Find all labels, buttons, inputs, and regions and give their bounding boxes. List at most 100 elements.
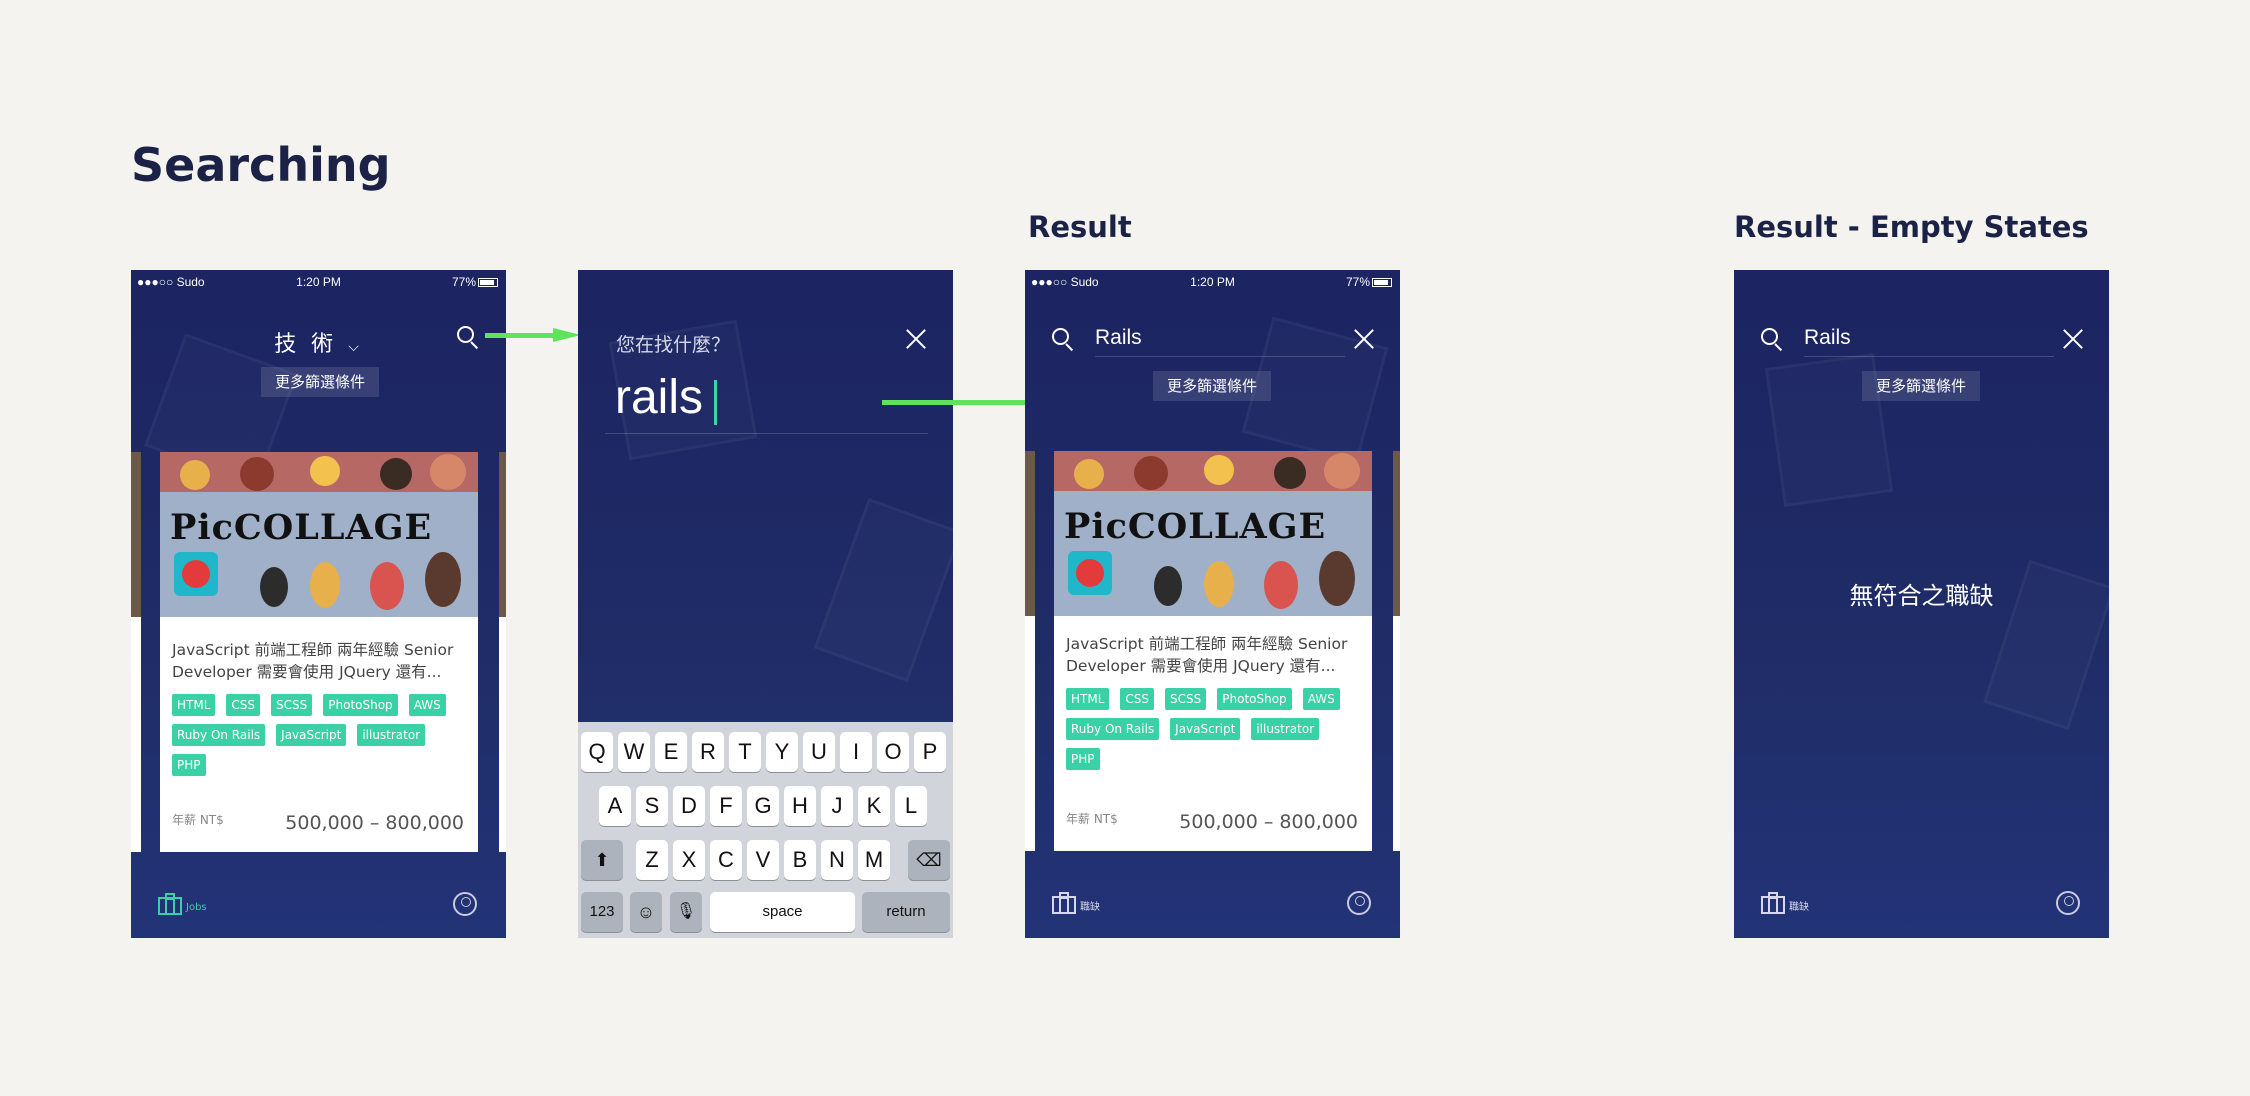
- key[interactable]: Y: [766, 732, 798, 772]
- job-card[interactable]: PicCOLLAGE JavaScript 前端工程師 兩年經驗 Senior …: [160, 452, 478, 852]
- close-icon[interactable]: [905, 328, 927, 350]
- key[interactable]: W: [618, 732, 650, 772]
- on-screen-keyboard: Q W E R T Y U I O P A S D F G H J K L ⬆ …: [578, 722, 953, 938]
- more-filters-button[interactable]: 更多篩選條件: [1153, 371, 1271, 401]
- status-bar: ●●●○○ Sudo 1:20 PM 77%: [1025, 270, 1400, 294]
- search-button[interactable]: [455, 324, 485, 354]
- job-card-image: PicCOLLAGE: [160, 452, 478, 617]
- skill-tag: PHP: [1066, 748, 1100, 770]
- key[interactable]: E: [655, 732, 687, 772]
- flow-arrow: [485, 333, 555, 338]
- search-input[interactable]: Rails: [1095, 326, 1142, 350]
- search-underline: [1804, 356, 2054, 357]
- search-input[interactable]: Rails: [1804, 326, 1851, 350]
- next-job-card-peek[interactable]: [1393, 451, 1400, 851]
- search-input[interactable]: rails: [615, 370, 703, 425]
- battery-icon: [1372, 278, 1392, 288]
- salary-label: 年薪 NT$: [1066, 812, 1118, 826]
- key[interactable]: V: [747, 840, 779, 880]
- key[interactable]: M: [858, 840, 890, 880]
- key[interactable]: T: [729, 732, 761, 772]
- shift-key[interactable]: ⬆: [581, 840, 623, 880]
- category-dropdown[interactable]: 技 術 ⌵: [131, 326, 506, 358]
- piccollage-logo-text: PicCOLLAGE: [170, 507, 433, 548]
- salary-range: 500,000 – 800,000: [285, 812, 464, 834]
- job-card[interactable]: PicCOLLAGE JavaScript 前端工程師 兩年經驗 Senior …: [1054, 451, 1372, 851]
- key[interactable]: K: [858, 786, 890, 826]
- key[interactable]: J: [821, 786, 853, 826]
- numbers-key[interactable]: 123: [581, 892, 623, 932]
- key[interactable]: B: [784, 840, 816, 880]
- salary-label: 年薪 NT$: [172, 813, 224, 827]
- skill-tag: PHP: [172, 754, 206, 776]
- skill-tag: Ruby On Rails: [1066, 718, 1160, 740]
- skill-tags: HTML CSS SCSS PhotoShop AWS Ruby On Rails Java…: [172, 694, 472, 784]
- status-bar: ●●●○○ Sudo 1:20 PM 77%: [131, 270, 506, 294]
- skill-tag: JavaScript: [1170, 718, 1241, 740]
- empty-state-message: 無符合之職缺: [1849, 582, 1994, 610]
- skill-tag: PhotoShop: [1217, 688, 1292, 710]
- skill-tag: AWS: [1302, 688, 1340, 710]
- key[interactable]: P: [914, 732, 946, 772]
- chevron-down-icon: ⌵: [348, 339, 363, 355]
- briefcase-icon: [158, 893, 182, 915]
- key[interactable]: G: [747, 786, 779, 826]
- microphone-icon: 🎙: [675, 903, 697, 920]
- battery-icon: [478, 278, 498, 288]
- skill-tag: SCSS: [1165, 688, 1207, 710]
- emoji-icon: ☺: [636, 902, 656, 922]
- key[interactable]: C: [710, 840, 742, 880]
- close-icon[interactable]: [2062, 328, 2084, 350]
- key[interactable]: Q: [581, 732, 613, 772]
- space-key[interactable]: space: [710, 892, 855, 932]
- key[interactable]: D: [673, 786, 705, 826]
- next-job-card-peek[interactable]: [499, 452, 506, 852]
- skill-tag: CSS: [226, 694, 261, 716]
- skill-tags: HTML CSS SCSS PhotoShop AWS Ruby On Rails Java…: [1066, 688, 1366, 778]
- job-description: JavaScript 前端工程師 兩年經驗 Senior Developer 需…: [172, 641, 454, 681]
- shift-arrow-icon: ⬆: [594, 850, 610, 870]
- profile-icon[interactable]: [2056, 891, 2080, 915]
- close-icon[interactable]: [1353, 328, 1375, 350]
- bg-decor: [813, 497, 953, 683]
- key[interactable]: I: [840, 732, 872, 772]
- skill-tag: PhotoShop: [323, 694, 398, 716]
- skill-tag: HTML: [1066, 688, 1110, 710]
- section-title-empty-states: Result - Empty States: [1734, 210, 2089, 244]
- more-filters-button[interactable]: 更多篩選條件: [1862, 371, 1980, 401]
- section-title-result: Result: [1028, 210, 1132, 244]
- emoji-key[interactable]: ☺: [630, 892, 662, 932]
- backspace-key[interactable]: ⌫: [908, 840, 950, 880]
- phone-screen-search-input: 您在找什麼？ rails Q W E R T Y U I O P A S D F…: [578, 270, 953, 938]
- phone-screen-empty-result: Rails 更多篩選條件 無符合之職缺 職缺: [1734, 270, 2109, 938]
- dictation-key[interactable]: 🎙: [670, 892, 702, 932]
- key[interactable]: F: [710, 786, 742, 826]
- key[interactable]: X: [673, 840, 705, 880]
- key[interactable]: Z: [636, 840, 668, 880]
- key[interactable]: R: [692, 732, 724, 772]
- key[interactable]: H: [784, 786, 816, 826]
- prev-job-card-peek[interactable]: [131, 452, 141, 852]
- section-title-searching: Searching: [131, 138, 391, 192]
- key[interactable]: S: [636, 786, 668, 826]
- return-key[interactable]: return: [862, 892, 950, 932]
- prev-job-card-peek[interactable]: [1025, 451, 1035, 851]
- tab-jobs-label: Jobs: [186, 902, 207, 913]
- key[interactable]: U: [803, 732, 835, 772]
- more-filters-button[interactable]: 更多篩選條件: [261, 367, 379, 397]
- category-label: 技 術: [274, 332, 338, 357]
- key[interactable]: A: [599, 786, 631, 826]
- key[interactable]: L: [895, 786, 927, 826]
- profile-icon[interactable]: [1347, 891, 1371, 915]
- phone-screen-result: ●●●○○ Sudo 1:20 PM 77% Rails 更多篩選條件 PicC…: [1025, 270, 1400, 938]
- phone-screen-browse: ●●●○○ Sudo 1:20 PM 77% 技 術 ⌵ 更多篩選條件 PicC…: [131, 270, 506, 938]
- battery-status: 77%: [452, 275, 498, 289]
- key[interactable]: O: [877, 732, 909, 772]
- status-time: 1:20 PM: [296, 275, 341, 289]
- profile-icon[interactable]: [453, 892, 477, 916]
- briefcase-icon: [1761, 892, 1785, 914]
- key[interactable]: N: [821, 840, 853, 880]
- search-underline: [1095, 356, 1345, 357]
- skill-tag: illustrator: [357, 724, 426, 746]
- status-time: 1:20 PM: [1190, 275, 1235, 289]
